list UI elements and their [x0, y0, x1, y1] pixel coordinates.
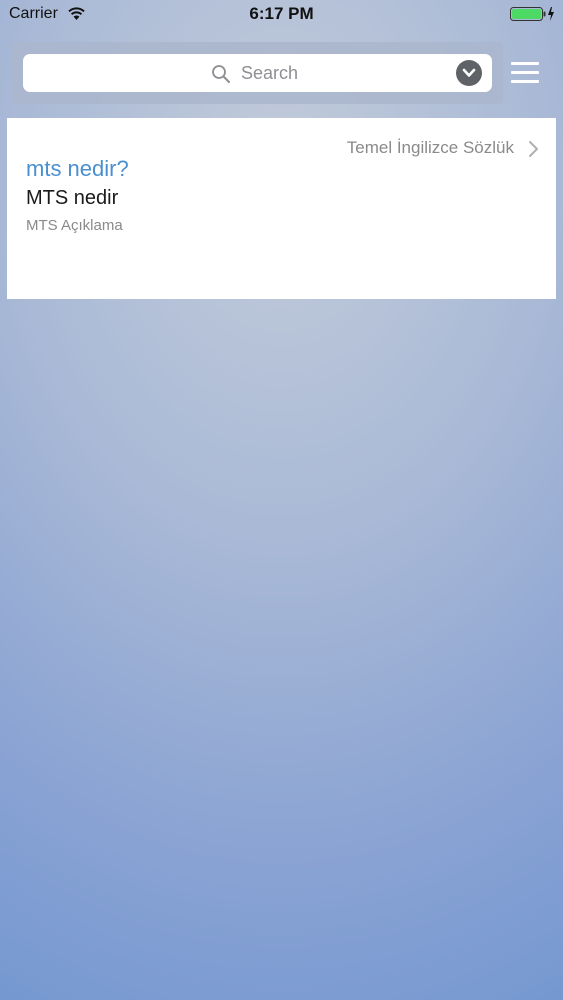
- search-placeholder: Search: [241, 63, 299, 83]
- clock: 6:17 PM: [249, 4, 314, 23]
- result-query: mts nedir?: [26, 156, 129, 181]
- battery-icon: [510, 7, 554, 21]
- menu-line: [511, 80, 539, 83]
- search-input[interactable]: Search: [23, 54, 492, 92]
- dictionary-source: Temel İngilizce Sözlük: [346, 138, 514, 157]
- result-card[interactable]: Temel İngilizce Sözlük mts nedir? MTS ne…: [7, 118, 556, 299]
- hamburger-menu-icon[interactable]: [510, 60, 540, 84]
- menu-line: [511, 62, 539, 65]
- search-options-dropdown-button[interactable]: [456, 60, 482, 86]
- search-icon: [212, 65, 230, 83]
- chevron-right-icon: [529, 141, 538, 157]
- chevron-down-icon: [462, 68, 476, 77]
- status-bar: Carrier 6:17 PM: [0, 0, 563, 30]
- menu-line: [511, 71, 539, 74]
- search-bar-container: Search: [12, 42, 503, 104]
- result-definition: MTS Açıklama: [26, 217, 123, 234]
- result-term: MTS nedir: [26, 187, 119, 209]
